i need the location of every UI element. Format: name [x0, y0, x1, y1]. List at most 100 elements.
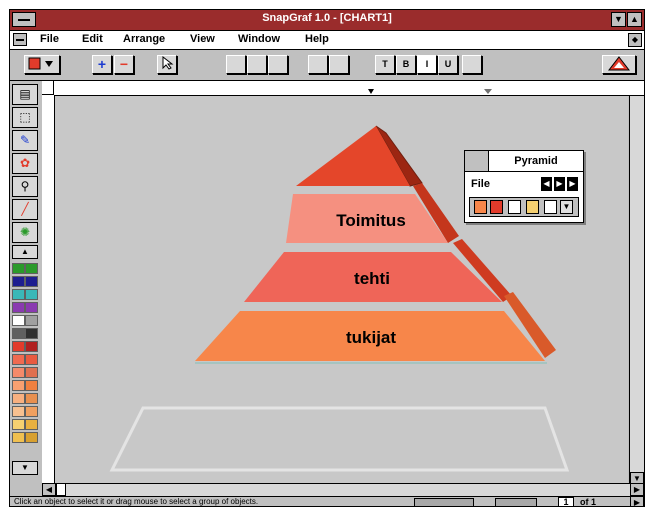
swatch-teal-2[interactable]	[25, 289, 38, 300]
maximize-button[interactable]: ▲	[627, 12, 642, 27]
align-left-button[interactable]	[226, 55, 246, 74]
page-number[interactable]: 1	[558, 497, 574, 506]
swatch-peach[interactable]	[12, 380, 25, 391]
pyramid-label-3: tukijat	[346, 328, 396, 347]
title-bar: SnapGraf 1.0 - [CHART1] ▼ ▲	[10, 10, 644, 31]
app-window: SnapGraf 1.0 - [CHART1] ▼ ▲ File Edit Ar…	[9, 9, 645, 507]
palette-end-button[interactable]: ▶	[567, 177, 578, 191]
swatch-tan-2[interactable]	[25, 406, 38, 417]
toolbar: + − T B I U	[10, 50, 644, 81]
palette-prev-button[interactable]: ◀	[541, 177, 552, 191]
text-tool-button[interactable]: T	[375, 55, 395, 74]
ruler-corner	[42, 81, 54, 95]
view-toggle[interactable]	[495, 498, 537, 506]
style-red-icon[interactable]	[490, 200, 503, 214]
style-orange-icon[interactable]	[474, 200, 487, 214]
swatch-navy[interactable]	[12, 276, 25, 287]
swatch-gray[interactable]	[25, 315, 38, 326]
palette-scroll-up[interactable]: ▲	[12, 245, 38, 259]
vertical-ruler[interactable]	[42, 95, 55, 483]
palette-scroll-down[interactable]: ▼	[12, 461, 38, 475]
swatch-dark-gray[interactable]	[12, 328, 25, 339]
line-tool[interactable]: ╱	[12, 199, 38, 220]
palette-file-label[interactable]: File	[471, 178, 490, 190]
swatch-orange[interactable]	[25, 380, 38, 391]
scroll-left-button[interactable]: ◀	[42, 483, 56, 496]
swatch-navy-2[interactable]	[25, 276, 38, 287]
swatch-coral[interactable]	[12, 354, 25, 365]
underline-button[interactable]: U	[438, 55, 458, 74]
swatch-red[interactable]	[12, 341, 25, 352]
remove-button[interactable]: −	[114, 55, 134, 74]
pointer-button[interactable]	[157, 55, 177, 74]
font-size-button[interactable]	[462, 55, 482, 74]
chart-type-button[interactable]	[24, 55, 60, 74]
horizontal-ruler[interactable]	[54, 81, 644, 96]
menu-bar: File Edit Arrange View Window Help ◆	[10, 31, 644, 50]
menu-view[interactable]: View	[190, 33, 215, 45]
zoom-control[interactable]	[414, 498, 474, 506]
scroll-thumb[interactable]	[56, 483, 66, 496]
swatch-light-orange[interactable]	[12, 393, 25, 404]
swatch-gold[interactable]	[25, 419, 38, 430]
chart-type-icon	[28, 57, 53, 70]
menu-edit[interactable]: Edit	[82, 33, 103, 45]
base-outline	[109, 406, 570, 472]
tool-palette: ▤ ⬚ ✎ ✿ ⚲ ╱ ✺ ▲ ▼	[10, 81, 43, 483]
swatch-white[interactable]	[12, 315, 25, 326]
page-next-button[interactable]: ▶	[630, 496, 644, 506]
menu-help[interactable]: Help	[305, 33, 329, 45]
fill-tool[interactable]: ✿	[12, 153, 38, 174]
swatch-purple-2[interactable]	[25, 302, 38, 313]
swatch-salmon-2[interactable]	[25, 367, 38, 378]
page-count: of 1	[580, 497, 597, 507]
align-center-button[interactable]	[247, 55, 267, 74]
menu-file[interactable]: File	[40, 33, 59, 45]
palette-close-box[interactable]	[465, 151, 489, 172]
horizontal-scrollbar[interactable]: ◀ ▶	[42, 483, 644, 497]
pen-tool[interactable]: ✎	[12, 130, 38, 151]
minimize-button[interactable]: ▼	[611, 12, 626, 27]
swatch-salmon[interactable]	[12, 367, 25, 378]
style-yellow-icon[interactable]	[526, 200, 539, 214]
palette-next-button[interactable]: ▶	[554, 177, 565, 191]
palette-style-tray: ▼	[469, 197, 579, 217]
pointer-icon	[162, 55, 174, 70]
swatch-green-2[interactable]	[25, 263, 38, 274]
layout-tool[interactable]: ▤	[12, 84, 38, 105]
document-menu-button[interactable]	[13, 33, 27, 46]
vertical-scrollbar[interactable]: ▼	[629, 96, 644, 485]
scroll-right-button[interactable]: ▶	[630, 483, 644, 496]
swatch-coral-2[interactable]	[25, 354, 38, 365]
style-blank-icon[interactable]	[508, 200, 521, 214]
align-right-button[interactable]	[268, 55, 288, 74]
swatch-charcoal[interactable]	[25, 328, 38, 339]
select-tool[interactable]: ⬚	[12, 107, 38, 128]
swatch-amber[interactable]	[25, 393, 38, 404]
ungroup-button[interactable]	[329, 55, 349, 74]
warning-button[interactable]	[602, 55, 636, 74]
swatch-dark-red[interactable]	[25, 341, 38, 352]
swatch-ochre[interactable]	[25, 432, 38, 443]
style-more-icon[interactable]: ▼	[560, 200, 573, 214]
ruler-ticks-top	[368, 89, 492, 94]
pyramid-label-1: Toimitus	[336, 211, 406, 230]
style-outline-icon[interactable]	[544, 200, 557, 214]
menu-arrange[interactable]: Arrange	[123, 33, 165, 45]
italic-button[interactable]: I	[417, 55, 437, 74]
swatch-green[interactable]	[12, 263, 25, 274]
menu-window[interactable]: Window	[238, 33, 280, 45]
status-message: Click an object to select it or drag mou…	[14, 497, 259, 506]
group-button[interactable]	[308, 55, 328, 74]
swatch-yellow[interactable]	[12, 419, 25, 430]
bold-button[interactable]: B	[396, 55, 416, 74]
document-restore-button[interactable]: ◆	[628, 33, 642, 47]
zoom-tool[interactable]: ⚲	[12, 176, 38, 197]
shape-tool[interactable]: ✺	[12, 222, 38, 243]
swatch-teal[interactable]	[12, 289, 25, 300]
swatch-yellow-2[interactable]	[12, 432, 25, 443]
swatch-purple[interactable]	[12, 302, 25, 313]
pyramid-palette: Pyramid File ◀ ▶ ▶ ▼	[464, 150, 584, 223]
swatch-tan[interactable]	[12, 406, 25, 417]
add-button[interactable]: +	[92, 55, 112, 74]
